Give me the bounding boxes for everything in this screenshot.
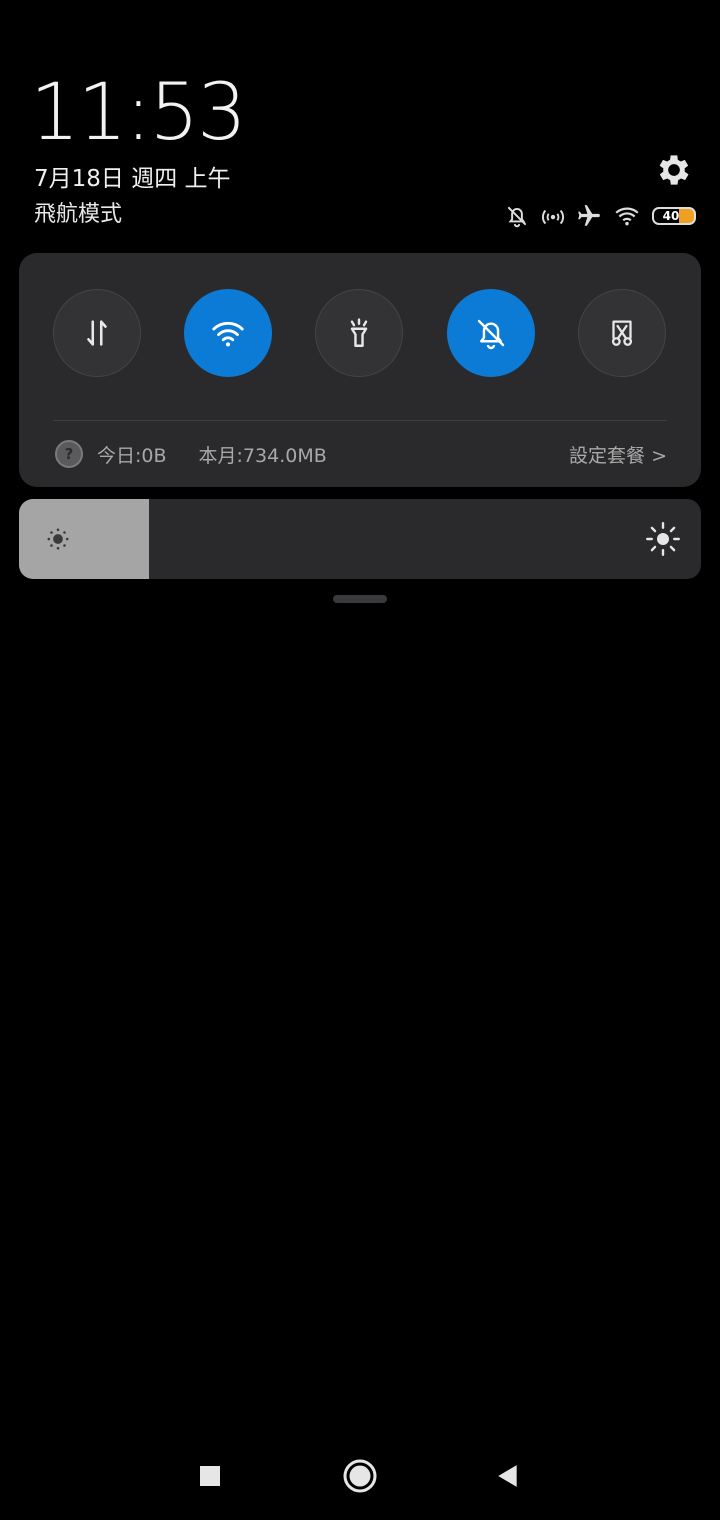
back-triangle-icon [498,1465,517,1487]
quick-toggles [53,289,667,377]
quick-settings-panel: ? 今日:0B 本月:734.0MB 設定套餐 > [19,253,701,487]
carrier-status: 飛航模式 [34,202,123,227]
settings-button[interactable] [654,150,694,190]
data-arrows-icon [87,320,107,346]
usage-today: 今日:0B [97,444,167,467]
panel-divider [53,420,667,421]
battery-level: 40 [662,209,680,223]
date: 7月18日 週四 上午 [34,166,231,192]
back-button[interactable] [488,1456,528,1496]
recents-button[interactable] [190,1456,230,1496]
flashlight-icon [350,318,368,347]
brightness-low-icon [47,528,69,550]
clock: 11:53 [30,68,247,158]
brightness-fill [19,499,149,579]
scissors-icon [611,320,633,346]
circle-icon [343,1459,377,1493]
gear-icon [659,155,689,185]
navigation-bar [0,1440,720,1520]
brightness-high-icon [646,522,680,556]
wifi-icon [212,321,244,347]
battery-icon: 40 [652,207,696,225]
status-bar-icons: 40 [504,200,696,232]
airplane-icon [578,205,600,226]
data-usage-row: ? 今日:0B 本月:734.0MB 設定套餐 > [55,439,667,469]
square-icon [200,1466,220,1486]
bell-off-icon [477,319,505,350]
wifi-toggle[interactable] [184,289,272,377]
silent-toggle[interactable] [447,289,535,377]
usage-month: 本月:734.0MB [198,444,327,467]
home-button[interactable] [340,1456,380,1496]
mobile-data-toggle[interactable] [53,289,141,377]
screenshot-toggle[interactable] [578,289,666,377]
hotspot-icon [541,209,565,225]
flashlight-toggle[interactable] [315,289,403,377]
set-plan-link[interactable]: 設定套餐 > [569,441,667,468]
brightness-slider[interactable] [19,499,701,579]
bell-off-icon [507,206,527,228]
help-icon[interactable]: ? [55,440,83,468]
wifi-icon [615,207,639,226]
panel-drag-handle[interactable] [333,595,387,603]
